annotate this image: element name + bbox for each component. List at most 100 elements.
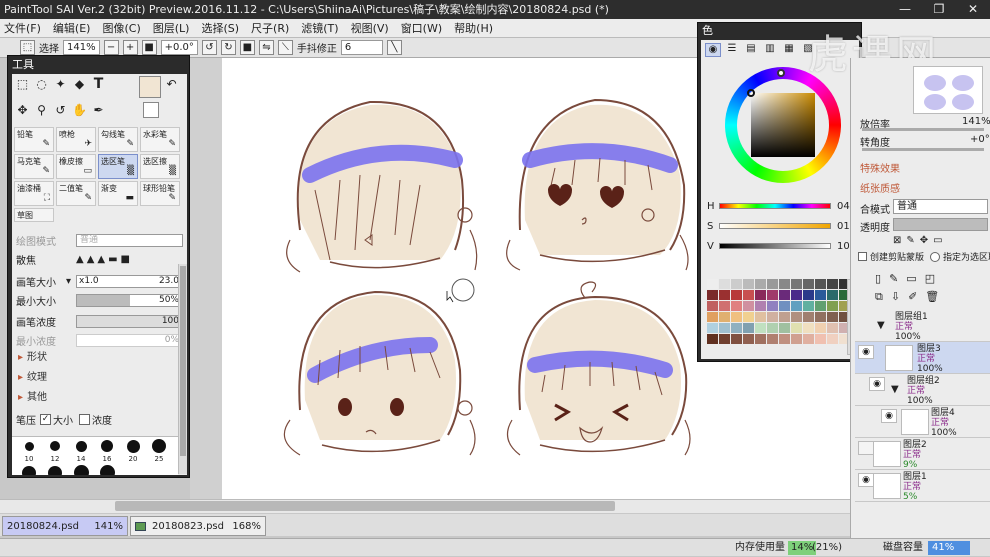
brush-dot[interactable] xyxy=(126,439,140,453)
color-wheel[interactable] xyxy=(725,67,841,183)
new-layer-icon[interactable]: ▯ xyxy=(875,272,881,285)
move-icon[interactable]: ✥ xyxy=(14,102,31,119)
swatch-icon[interactable]: ▦ xyxy=(781,43,797,57)
clear-layer-icon[interactable]: ✐ xyxy=(908,290,917,304)
color-swatch[interactable] xyxy=(719,334,730,344)
line-tool-icon[interactable]: ╲ xyxy=(386,40,402,55)
color-swatch[interactable] xyxy=(767,290,778,300)
color-swatch[interactable] xyxy=(707,279,718,289)
color-swatch[interactable] xyxy=(767,334,778,344)
zoom-select[interactable]: 141% xyxy=(63,40,100,55)
section-other[interactable]: ▸ 其他 xyxy=(12,388,187,408)
clip-checkbox[interactable] xyxy=(858,252,867,261)
rgb-slider-icon[interactable]: ☰ xyxy=(724,43,740,57)
color-swatch[interactable] xyxy=(779,301,790,311)
brush-dot[interactable] xyxy=(99,465,115,475)
color-swatch[interactable] xyxy=(719,279,730,289)
color-swatch[interactable] xyxy=(719,312,730,322)
stabilizer-select[interactable]: 6 xyxy=(340,40,383,55)
color-swatch[interactable] xyxy=(767,279,778,289)
eyedropper-icon[interactable]: ✒ xyxy=(90,102,107,119)
brush-gradient[interactable]: 渐变 ▬ xyxy=(98,181,138,206)
zoom-reset-button[interactable]: ■ xyxy=(141,40,157,55)
color-swatch[interactable] xyxy=(743,323,754,333)
layer-row-group2[interactable]: ◉ ▼ 图层组2 正常 100% xyxy=(855,374,990,406)
doc-tab[interactable]: 20180823.psd 168% xyxy=(130,516,266,536)
brush-dot[interactable] xyxy=(48,465,62,475)
color-swatch[interactable] xyxy=(707,290,718,300)
color-swatch[interactable] xyxy=(743,279,754,289)
brush-inking[interactable]: 勾线笔 ✎ xyxy=(98,127,138,152)
color-swatch[interactable] xyxy=(755,290,766,300)
tools-window-title[interactable]: 工具 xyxy=(8,56,189,73)
menu-select[interactable]: 选择(S) xyxy=(197,19,247,37)
hue-marker[interactable] xyxy=(777,69,785,77)
eye-icon[interactable]: ◉ xyxy=(869,377,885,391)
color-swatch[interactable] xyxy=(755,301,766,311)
brush-dot[interactable] xyxy=(75,440,87,452)
color-swatch[interactable] xyxy=(755,312,766,322)
flip-icon[interactable]: ⇋ xyxy=(258,40,274,55)
color-swatch[interactable] xyxy=(707,301,718,311)
lock-move-icon[interactable]: ✥ xyxy=(920,235,928,246)
brush-eraser[interactable]: 橡皮擦 ▭ xyxy=(56,154,96,179)
zoom-in-button[interactable]: + xyxy=(122,40,138,55)
brush-pencil[interactable]: 铅笔 ✎ xyxy=(14,127,54,152)
color-swatch[interactable] xyxy=(767,312,778,322)
color-swatch[interactable] xyxy=(719,323,730,333)
doc-tab-active[interactable]: 20180824.psd 141% xyxy=(2,516,128,536)
new-folder-icon[interactable]: ▭ xyxy=(906,272,916,285)
brush-sphere-pencil[interactable]: 球形铅笔 ✎ xyxy=(140,181,180,206)
pressure-size-checkbox[interactable]: ✓ xyxy=(40,413,51,425)
color-swatch[interactable] xyxy=(779,323,790,333)
color-swatch[interactable] xyxy=(803,312,814,322)
color-swatch[interactable] xyxy=(731,290,742,300)
eye-icon[interactable]: ◉ xyxy=(858,345,874,359)
color-swatch[interactable] xyxy=(815,312,826,322)
zoom-out-button[interactable]: − xyxy=(103,40,119,55)
primary-color-swatch[interactable] xyxy=(139,76,161,98)
zoom-icon[interactable]: ⚲ xyxy=(33,102,50,119)
color-swatch[interactable] xyxy=(743,312,754,322)
lock-all-icon[interactable]: ▭ xyxy=(933,235,942,246)
layer-row-layer3[interactable]: ◉ 图层3 正常 100% xyxy=(855,342,990,374)
rotate-right-icon[interactable]: ↻ xyxy=(220,40,236,55)
menu-window[interactable]: 窗口(W) xyxy=(397,19,450,37)
brush-dot[interactable] xyxy=(73,465,89,475)
color-swatch[interactable] xyxy=(731,323,742,333)
color-swatch[interactable] xyxy=(827,334,838,344)
color-swatch[interactable] xyxy=(815,290,826,300)
minimize-button[interactable]: — xyxy=(888,0,922,19)
effects-label[interactable]: 特殊效果 xyxy=(860,160,900,175)
rect-select-icon[interactable]: ⬚ xyxy=(14,76,31,93)
brush-watercolor[interactable]: 水彩笔 ✎ xyxy=(140,127,180,152)
menu-layer[interactable]: 图层(L) xyxy=(149,19,198,37)
color-swatch[interactable] xyxy=(791,312,802,322)
brush-bucket[interactable]: 油漆桶 ⛶ xyxy=(14,181,54,206)
text-icon[interactable]: T xyxy=(90,76,107,93)
lock-transparency-icon[interactable]: ⊠ xyxy=(893,235,901,246)
color-swatch[interactable] xyxy=(803,279,814,289)
color-swatch[interactable] xyxy=(791,334,802,344)
color-swatch[interactable] xyxy=(803,301,814,311)
color-swatch[interactable] xyxy=(803,334,814,344)
color-swatch[interactable] xyxy=(779,312,790,322)
sv-square[interactable] xyxy=(751,93,815,157)
copy-layer-icon[interactable]: ⧉ xyxy=(875,290,883,304)
color-swatch[interactable] xyxy=(815,323,826,333)
color-swatch[interactable] xyxy=(743,334,754,344)
color-swatch[interactable] xyxy=(743,290,754,300)
color-swatch[interactable] xyxy=(731,312,742,322)
eye-icon[interactable] xyxy=(858,441,874,455)
rotate-slider[interactable] xyxy=(862,148,984,151)
eye-icon[interactable]: ◉ xyxy=(881,409,897,423)
color-swatch[interactable] xyxy=(779,290,790,300)
color-swatch[interactable] xyxy=(827,323,838,333)
brush-dot[interactable] xyxy=(50,441,60,451)
sel-source-radio[interactable] xyxy=(930,251,941,262)
density-bar[interactable]: 100 xyxy=(76,314,183,328)
bucket-icon[interactable]: ◆ xyxy=(71,76,88,93)
brush-binary[interactable]: 二值笔 ✎ xyxy=(56,181,96,206)
color-swatch[interactable] xyxy=(731,301,742,311)
lock-paint-icon[interactable]: ✎ xyxy=(906,235,914,246)
